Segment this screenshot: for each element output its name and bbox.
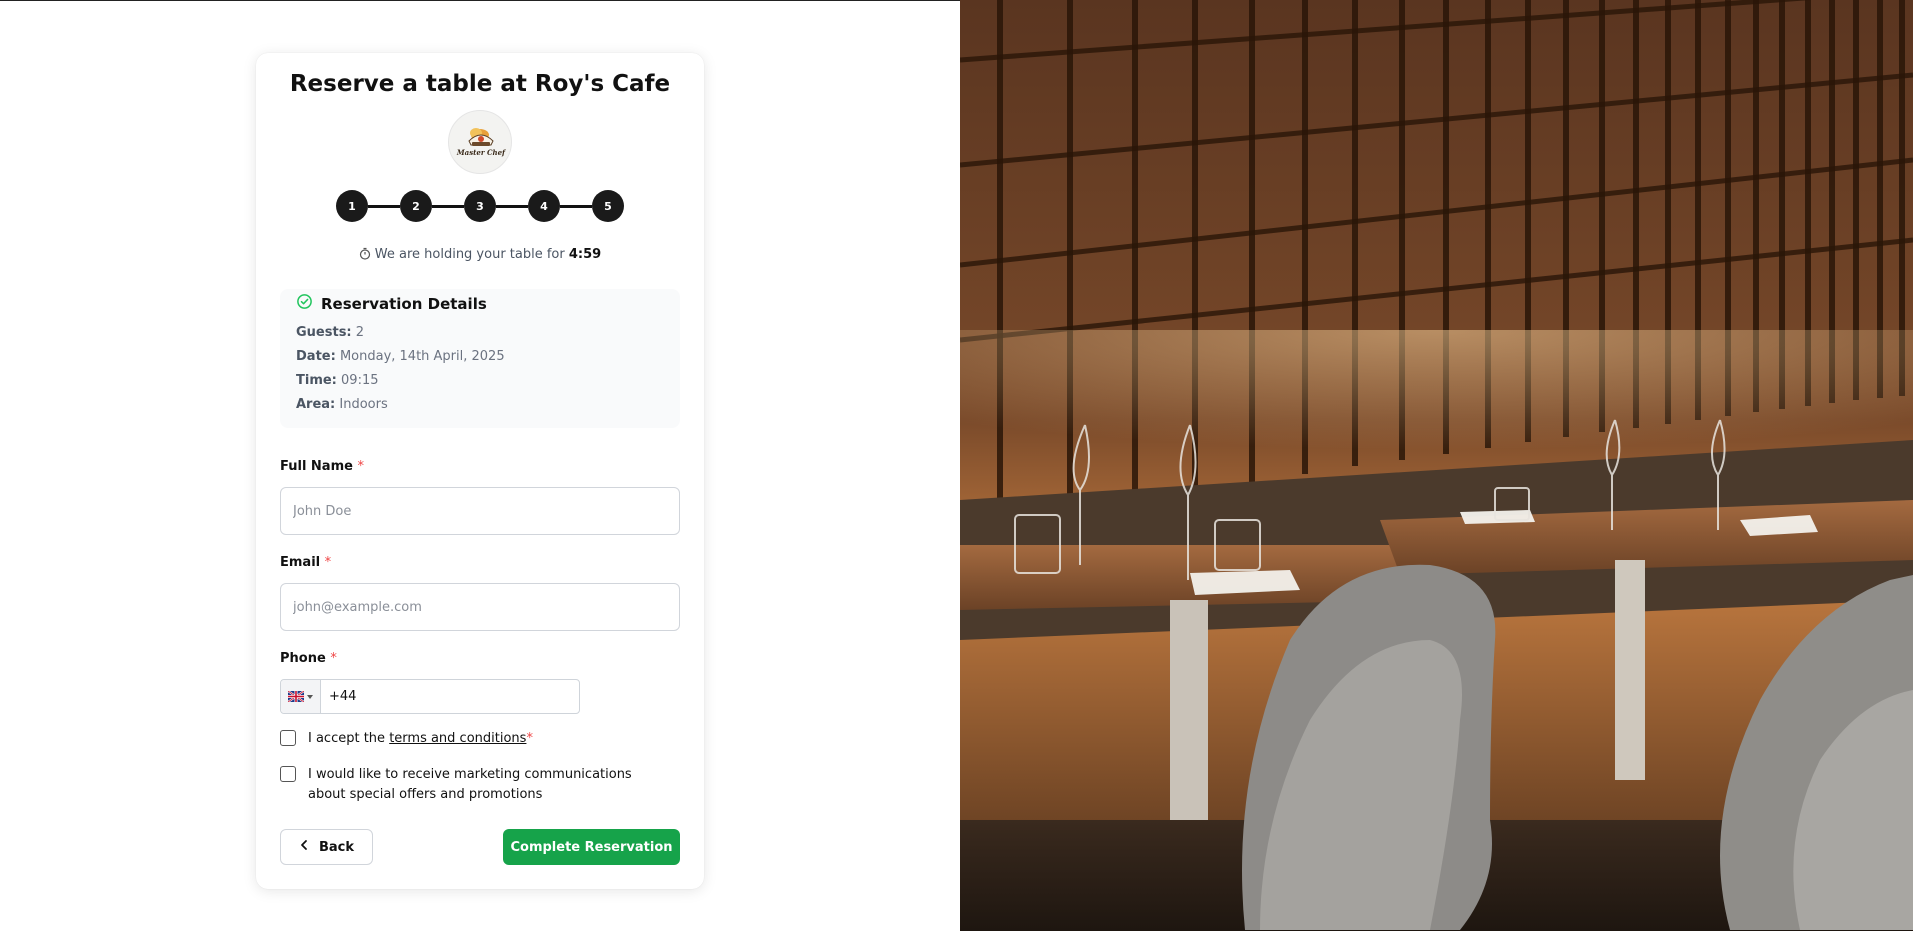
phone-field: [280, 679, 580, 714]
country-select[interactable]: [281, 680, 321, 713]
details-header: Reservation Details: [296, 293, 487, 314]
terms-link[interactable]: terms and conditions: [389, 731, 526, 746]
terms-checkbox[interactable]: [280, 730, 296, 746]
step-5: 5: [592, 190, 624, 222]
step-2: 2: [400, 190, 432, 222]
phone-label: Phone *: [280, 651, 337, 666]
step-connector: [496, 205, 528, 208]
detail-guests: Guests: 2: [296, 325, 365, 340]
chevron-left-icon: [299, 839, 309, 855]
step-connector: [432, 205, 464, 208]
marketing-label: I would like to receive marketing commun…: [308, 767, 632, 802]
marketing-checkbox[interactable]: [280, 766, 296, 782]
back-label: Back: [318, 839, 355, 855]
marketing-checkbox-row: I would like to receive marketing commun…: [280, 765, 668, 805]
step-3: 3: [464, 190, 496, 222]
email-label: Email *: [280, 555, 332, 570]
complete-reservation-button[interactable]: Complete Reservation: [503, 829, 680, 865]
hold-time: 4:59: [568, 247, 602, 262]
step-connector: [560, 205, 592, 208]
terms-label: I accept the terms and conditions*: [308, 731, 533, 746]
step-4: 4: [528, 190, 560, 222]
back-button[interactable]: Back: [280, 829, 373, 865]
timer-icon: [359, 247, 371, 264]
page-title: Reserve a table at Roy's Cafe: [289, 71, 671, 97]
step-1: 1: [336, 190, 368, 222]
email-input[interactable]: [280, 583, 680, 631]
phone-input[interactable]: [321, 680, 579, 713]
progress-stepper: 1 2 3 4 5: [336, 190, 626, 222]
detail-area: Area: Indoors: [296, 397, 388, 412]
detail-date: Date: Monday, 14th April, 2025: [296, 349, 505, 364]
hold-timer: We are holding your table for 4:59: [256, 247, 704, 264]
logo-text: Master Chef: [456, 148, 506, 157]
check-circle-icon: [296, 293, 321, 314]
uk-flag-icon: [287, 687, 305, 706]
chevron-down-icon: [307, 694, 313, 699]
terms-checkbox-row: I accept the terms and conditions*: [280, 729, 668, 749]
step-connector: [368, 205, 400, 208]
full-name-input[interactable]: [280, 487, 680, 535]
hold-text: We are holding your table for: [374, 247, 565, 262]
chef-logo-icon: Master Chef: [448, 110, 512, 174]
details-title: Reservation Details: [321, 294, 487, 313]
restaurant-photo: [960, 0, 1913, 931]
reservation-card: Reserve a table at Roy's Cafe Master Che…: [256, 53, 704, 889]
reservation-details: Reservation Details Guests: 2 Date: Mond…: [280, 289, 680, 428]
detail-time: Time: 09:15: [296, 373, 379, 388]
restaurant-interior-image: [960, 0, 1913, 931]
form-pane: Reserve a table at Roy's Cafe Master Che…: [0, 1, 960, 931]
full-name-label: Full Name *: [280, 459, 364, 474]
